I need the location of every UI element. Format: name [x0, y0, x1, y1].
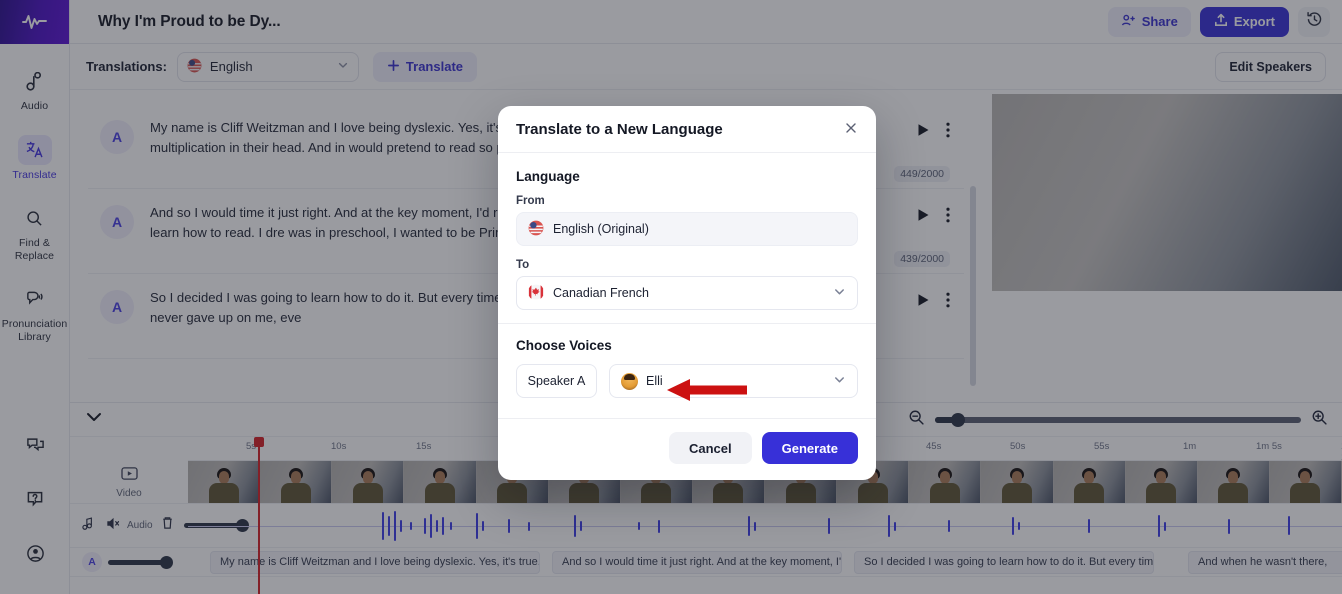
modal-divider [498, 323, 876, 324]
modal-body: Language From English (Original) To Cana… [498, 153, 876, 418]
app-root: Audio Translate Find & Replace Pronuncia… [0, 0, 1342, 594]
modal-footer: Cancel Generate [498, 418, 876, 480]
generate-button[interactable]: Generate [761, 432, 858, 464]
chevron-down-icon [833, 285, 846, 301]
voice-name: Elli [646, 374, 663, 388]
ca-flag-icon [528, 284, 544, 303]
translate-modal: Translate to a New Language Language Fro… [498, 106, 876, 480]
close-icon[interactable] [844, 121, 858, 138]
voices-section-title: Choose Voices [516, 338, 612, 353]
voice-avatar-icon [621, 372, 638, 390]
cancel-button[interactable]: Cancel [668, 432, 752, 464]
modal-header: Translate to a New Language [498, 106, 876, 153]
modal-title: Translate to a New Language [516, 121, 723, 138]
voice-select[interactable]: Elli [609, 364, 858, 398]
voice-assignment-row: Speaker A Elli [516, 364, 858, 398]
language-section-title: Language [516, 169, 580, 184]
chevron-down-icon [833, 373, 846, 389]
speaker-name-field[interactable]: Speaker A [516, 364, 597, 398]
from-label: From [516, 195, 545, 207]
from-language-field: English (Original) [516, 212, 858, 246]
to-language-value: Canadian French [553, 286, 649, 300]
us-flag-icon [528, 220, 544, 239]
to-label: To [516, 259, 530, 271]
from-language-value: English (Original) [553, 222, 649, 236]
to-language-select[interactable]: Canadian French [516, 276, 858, 310]
